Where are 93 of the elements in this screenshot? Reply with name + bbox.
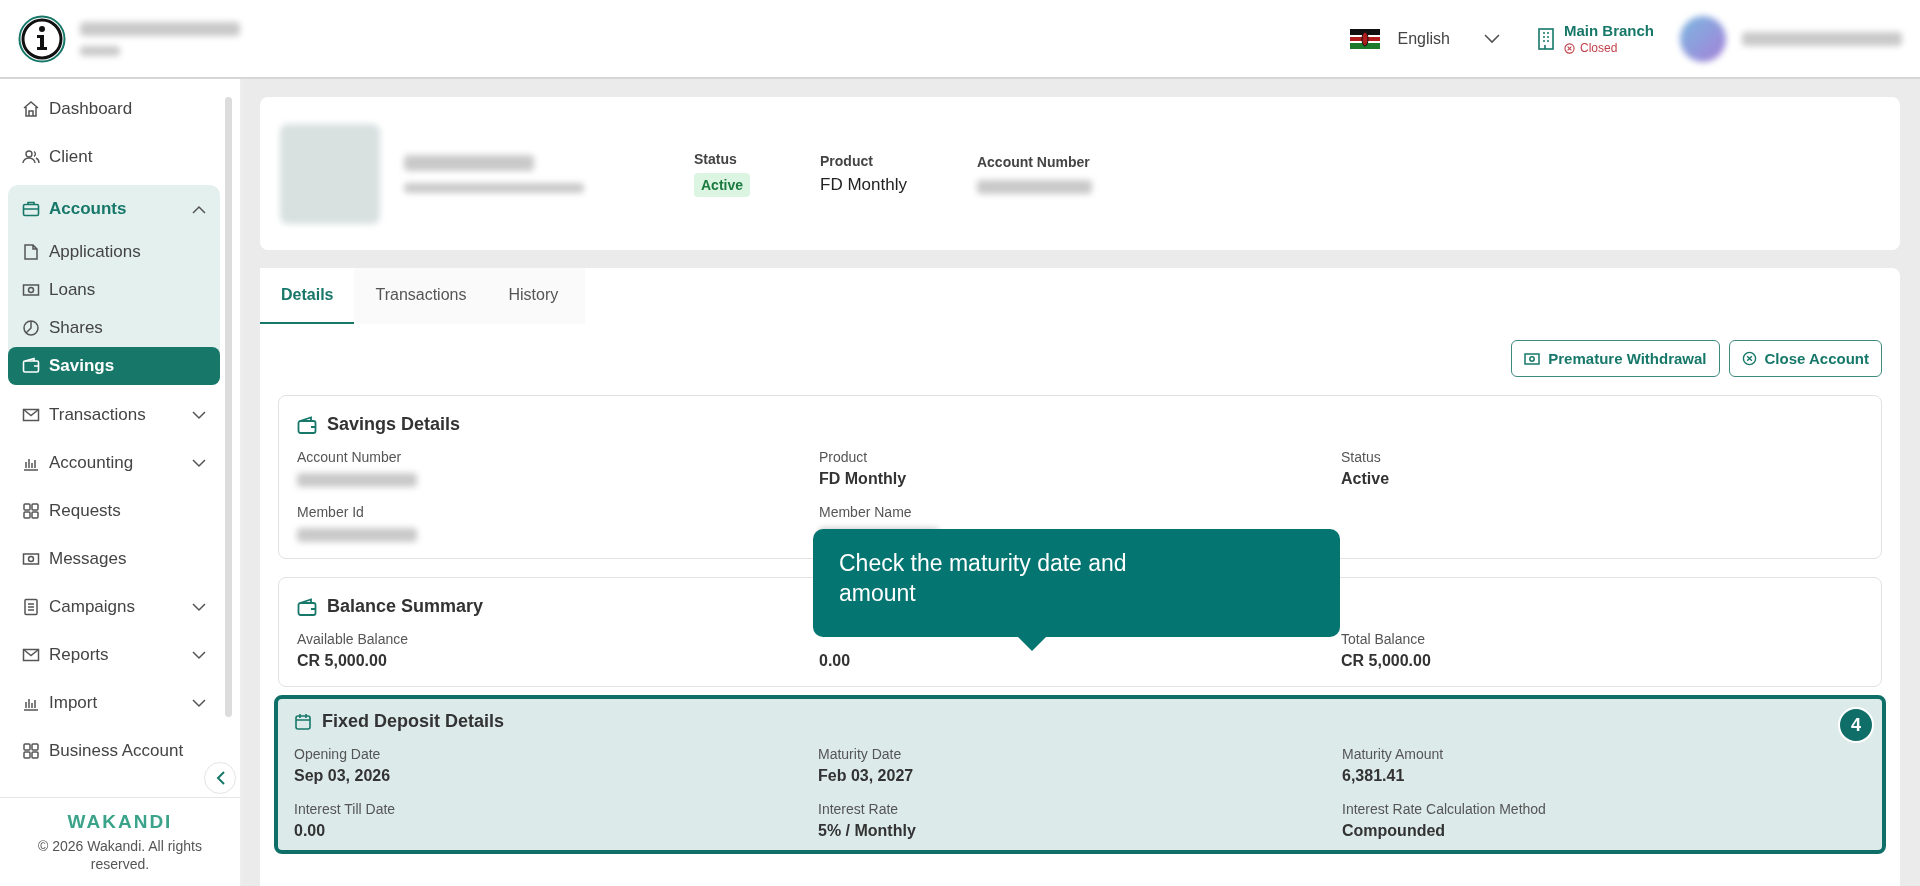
chevron-down-icon[interactable]	[192, 602, 206, 612]
field-label: Status	[1341, 449, 1382, 465]
field-label: Available Balance	[297, 631, 410, 647]
step-badge: 4	[1838, 707, 1874, 743]
field-label: Product	[819, 449, 869, 465]
field-label: Interest Rate	[818, 801, 900, 817]
field-value: FD Monthly	[819, 470, 908, 488]
tab[interactable]: Transactions	[354, 268, 488, 324]
field-value: FD Monthly	[820, 174, 907, 195]
sidebar-item[interactable]: Transactions	[8, 391, 220, 439]
field-label: Member Id	[297, 504, 365, 520]
menu-item-icon	[22, 646, 40, 664]
field-value: 6,381.41	[1342, 767, 1406, 785]
action-button[interactable]: Premature Withdrawal	[1511, 340, 1720, 377]
document-icon	[22, 243, 40, 261]
brand-logo: WAKANDI	[67, 810, 173, 833]
sidebar-item[interactable]: Applications	[8, 233, 220, 271]
close-circle-icon	[1564, 42, 1575, 54]
tab[interactable]: History	[487, 268, 580, 324]
chevron-down-icon[interactable]	[192, 458, 206, 468]
menu-item-icon	[22, 598, 40, 616]
sidebar-item[interactable]: Requests	[8, 487, 220, 535]
action-button[interactable]: Close Account	[1728, 340, 1882, 377]
building-icon	[1538, 27, 1554, 50]
field-label: Opening Date	[294, 746, 382, 762]
field-value: Active	[1341, 470, 1391, 488]
avatar[interactable]	[1680, 15, 1726, 62]
field-label: Interest Rate Calculation Method	[1342, 801, 1547, 817]
sidebar-item[interactable]: Accounts	[8, 185, 220, 233]
field-label: Total Balance	[1341, 631, 1427, 647]
field-label: Maturity Amount	[1342, 746, 1445, 762]
briefcase-icon	[22, 200, 40, 218]
sidebar-item[interactable]: Campaigns	[8, 583, 220, 631]
menu-item-icon	[22, 148, 40, 166]
cash-icon	[1524, 352, 1541, 365]
section-title: Balance Summary	[327, 596, 484, 617]
info-logo-icon	[18, 14, 66, 63]
chevron-left-icon	[215, 771, 225, 785]
sidebar-item[interactable]: Accounting	[8, 439, 220, 487]
tab[interactable]: Details	[260, 268, 355, 324]
sidebar-item[interactable]: Business Account	[8, 727, 220, 775]
field-label: Maturity Date	[818, 746, 903, 762]
chevron-down-icon[interactable]	[192, 650, 206, 660]
branch-name[interactable]: Main Branch	[1564, 22, 1654, 39]
menu-item-icon	[22, 100, 40, 118]
flag-icon	[1349, 28, 1380, 49]
sidebar-item[interactable]: Savings	[8, 347, 220, 385]
copyright-text: © 2026 Wakandi. All rights reserved.	[37, 836, 203, 874]
field-label: Status	[694, 150, 738, 167]
wallet-icon	[297, 597, 317, 616]
branch-status: Closed	[1580, 41, 1618, 55]
menu-item-icon	[22, 742, 40, 760]
chevron-up-icon[interactable]	[192, 204, 206, 214]
pie-icon	[22, 319, 40, 337]
field-value: Compounded	[1342, 822, 1447, 840]
chevron-down-icon[interactable]	[1484, 33, 1500, 44]
sidebar-item[interactable]: Shares	[8, 309, 220, 347]
chevron-down-icon[interactable]	[192, 410, 206, 420]
sidebar-item[interactable]: Loans	[8, 271, 220, 309]
menu-item-icon	[22, 502, 40, 520]
field-label: Member Name	[819, 504, 913, 520]
collapse-sidebar-button[interactable]	[204, 762, 236, 794]
field-value: Feb 03, 2027	[818, 767, 915, 785]
cash-icon	[22, 281, 40, 299]
field-value: 5% / Monthly	[818, 822, 917, 840]
menu-item-icon	[22, 406, 40, 424]
close-circle-icon	[1741, 351, 1757, 366]
field-value: CR 5,000.00	[1341, 652, 1432, 670]
field-label: Account Number	[297, 449, 403, 465]
tooltip-text: Check the maturity date and amount	[839, 550, 1127, 606]
scrollbar[interactable]	[225, 97, 232, 717]
sidebar-item[interactable]: Client	[8, 133, 220, 181]
calendar-icon	[294, 712, 312, 731]
status-badge: Active	[694, 172, 751, 197]
language-selector[interactable]: English	[1397, 29, 1450, 48]
field-label: Product	[820, 152, 874, 169]
menu-item-icon	[22, 550, 40, 568]
wallet-icon	[297, 415, 317, 434]
section-title: Savings Details	[327, 414, 461, 435]
field-value: Sep 03, 2026	[294, 767, 392, 785]
sidebar-item[interactable]: Reports	[8, 631, 220, 679]
sidebar-item[interactable]: Import	[8, 679, 220, 727]
blurred-text	[80, 45, 120, 56]
sidebar-item[interactable]: Messages	[8, 535, 220, 583]
field-value: 0.00	[294, 822, 327, 840]
wallet-icon	[22, 357, 40, 375]
section-title: Fixed Deposit Details	[322, 711, 505, 732]
chevron-down-icon[interactable]	[192, 698, 206, 708]
field-label: Account Number	[976, 153, 1091, 170]
field-value: 0.00	[819, 652, 852, 670]
sidebar-item[interactable]: Dashboard	[8, 85, 220, 133]
field-label: Interest Till Date	[294, 801, 397, 817]
field-value: CR 5,000.00	[297, 652, 388, 670]
